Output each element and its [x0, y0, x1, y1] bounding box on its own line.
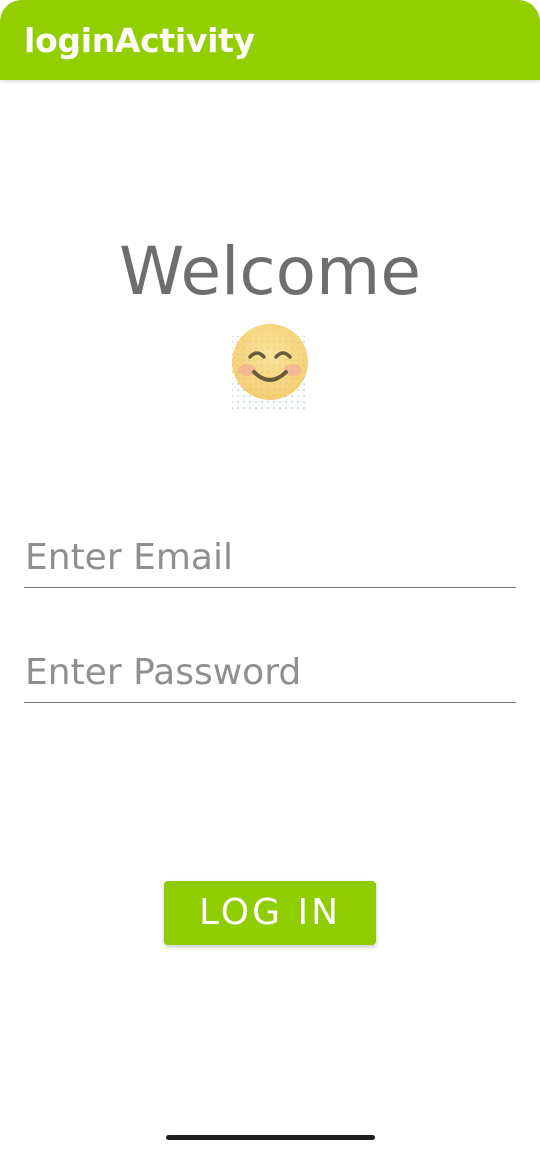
password-field[interactable] — [24, 642, 516, 703]
email-input[interactable] — [24, 527, 516, 587]
email-field[interactable] — [24, 527, 516, 588]
app-title: loginActivity — [24, 21, 255, 60]
home-indicator[interactable] — [166, 1135, 375, 1140]
password-input[interactable] — [24, 642, 516, 702]
welcome-heading: Welcome — [119, 233, 421, 310]
smiling-face-icon — [230, 322, 310, 412]
login-button[interactable]: LOG IN — [164, 881, 376, 945]
app-bar: loginActivity — [0, 0, 540, 80]
